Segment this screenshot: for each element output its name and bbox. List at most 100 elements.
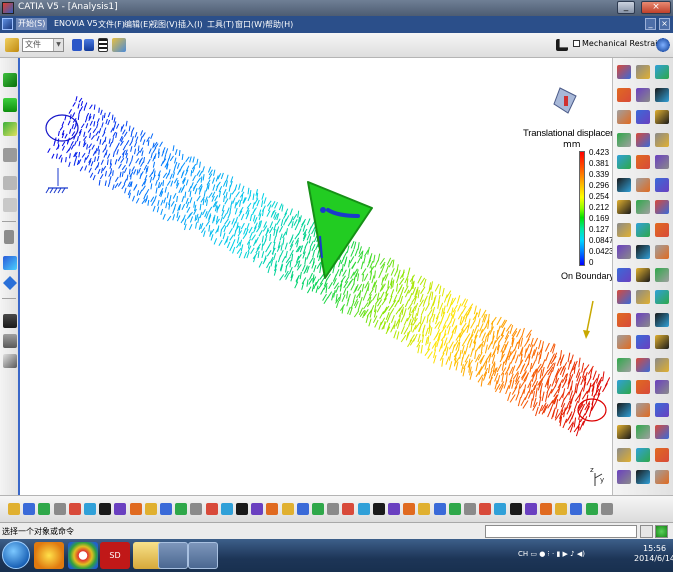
analysis-tool-icon[interactable] (655, 357, 669, 372)
view-tool-icon[interactable] (509, 503, 522, 515)
analysis-tool-icon[interactable] (655, 110, 669, 124)
layer-list-icon[interactable] (98, 38, 108, 52)
analysis-tool-icon[interactable] (636, 357, 650, 372)
analysis-tool-icon[interactable] (636, 402, 650, 417)
analysis-tool-icon[interactable] (617, 267, 631, 282)
analysis-tool-icon[interactable] (617, 200, 631, 214)
view-tool-icon[interactable] (129, 503, 142, 515)
view-tool-icon[interactable] (555, 503, 568, 515)
menu-help[interactable]: 帮助(H) (265, 19, 293, 30)
analysis-tool-icon[interactable] (617, 447, 631, 462)
menu-edit[interactable]: 编辑(E) (124, 19, 151, 30)
view-tool-icon[interactable] (53, 503, 66, 515)
analysis-tool-icon[interactable] (636, 267, 650, 282)
analysis-tool-icon[interactable] (636, 380, 650, 394)
view-tool-icon[interactable] (418, 503, 431, 515)
analysis-tool-icon[interactable] (655, 65, 669, 79)
analysis-tool-icon[interactable] (636, 132, 650, 147)
view-tool-icon[interactable] (84, 503, 96, 515)
analysis-tool-icon[interactable] (636, 335, 650, 349)
tray-icons[interactable]: CH ▭ ● ⁝ · ▮ ▶ ♪ ◀) (518, 550, 585, 558)
analysis-tool-icon[interactable] (617, 245, 631, 259)
mechanical-restraint-icon[interactable] (556, 39, 568, 51)
start-button[interactable] (2, 541, 30, 569)
filter-icon[interactable] (72, 39, 82, 51)
compute-icon[interactable] (3, 334, 17, 348)
view-tool-icon[interactable] (524, 503, 537, 515)
view-tool-icon[interactable] (540, 503, 552, 515)
view-tool-icon[interactable] (388, 503, 400, 515)
analysis-tool-icon[interactable] (655, 132, 669, 147)
analysis-tool-icon[interactable] (617, 132, 631, 147)
view-tool-icon[interactable] (8, 503, 20, 515)
view-tool-icon[interactable] (68, 503, 81, 515)
mesh-part-icon[interactable] (3, 73, 17, 87)
mdi-close-button[interactable]: × (659, 18, 670, 30)
view-tool-icon[interactable] (342, 503, 355, 515)
view-tool-icon[interactable] (327, 503, 340, 515)
analysis-tool-icon[interactable] (617, 87, 631, 102)
clamp-icon[interactable] (4, 230, 14, 244)
menu-file[interactable]: 文件(F) (98, 19, 125, 30)
analysis-tool-icon[interactable] (617, 380, 631, 394)
analysis-tool-icon[interactable] (617, 335, 631, 349)
analysis-tool-icon[interactable] (617, 470, 631, 484)
compass-small-icon[interactable] (655, 37, 671, 53)
view-tool-icon[interactable] (403, 503, 416, 515)
analysis-tool-icon[interactable] (655, 447, 669, 462)
analysis-tool-icon[interactable] (636, 200, 650, 214)
view-tool-icon[interactable] (99, 503, 112, 515)
analysis-tool-icon[interactable] (655, 245, 669, 259)
view-tool-icon[interactable] (312, 503, 324, 515)
menu-window[interactable]: 窗口(W) (235, 19, 265, 30)
analysis-tool-icon[interactable] (636, 87, 650, 102)
analysis-tool-icon[interactable] (636, 470, 650, 484)
minimize-button[interactable]: _ (617, 1, 635, 14)
status-button[interactable] (640, 525, 653, 538)
view-tool-icon[interactable] (433, 503, 446, 515)
menu-view[interactable]: 视图(V) (150, 19, 178, 30)
sensor-icon[interactable] (3, 176, 17, 190)
analysis-tool-icon[interactable] (636, 290, 650, 304)
analysis-tool-icon[interactable] (655, 267, 669, 282)
analysis-tool-icon[interactable] (617, 402, 631, 417)
analysis-tool-icon[interactable] (655, 222, 669, 237)
analysis-tool-icon[interactable] (636, 312, 650, 327)
analysis-tool-icon[interactable] (617, 290, 631, 304)
analysis-tool-icon[interactable] (655, 470, 669, 484)
analysis-tool-icon[interactable] (617, 110, 631, 124)
view-tool-icon[interactable] (570, 503, 583, 515)
analysis-tool-icon[interactable] (617, 65, 631, 79)
analysis-tool-icon[interactable] (655, 87, 669, 102)
analysis-tool-icon[interactable] (655, 177, 669, 192)
view-tool-icon[interactable] (205, 503, 218, 515)
view-tool-icon[interactable] (266, 503, 279, 515)
view-tool-icon[interactable] (114, 503, 127, 515)
menu-enovia[interactable]: ENOVIA V5 (54, 19, 98, 28)
tray-clock[interactable]: 15:56 2014/6/14 (634, 544, 673, 564)
analysis-tool-icon[interactable] (636, 245, 650, 259)
view-tool-icon[interactable] (23, 503, 36, 515)
view-tool-icon[interactable] (464, 503, 476, 515)
analysis-tool-icon[interactable] (655, 335, 669, 349)
view-tool-icon[interactable] (160, 503, 172, 515)
analysis-tool-icon[interactable] (636, 222, 650, 237)
view-tool-icon[interactable] (585, 503, 598, 515)
analysis-tool-icon[interactable] (636, 177, 650, 192)
view-tool-icon[interactable] (296, 503, 309, 515)
analysis-tool-icon[interactable] (617, 222, 631, 237)
local-mesh-icon[interactable] (3, 148, 17, 162)
analysis-tool-icon[interactable] (617, 357, 631, 372)
analysis-tool-icon[interactable] (636, 155, 650, 169)
menu-tools[interactable]: 工具(T) (207, 19, 234, 30)
adaptivity-icon[interactable] (3, 198, 17, 212)
input-language[interactable]: CH (518, 550, 528, 558)
mdi-minimize-button[interactable]: _ (645, 18, 656, 30)
view-tool-icon[interactable] (281, 503, 294, 515)
view-tool-icon[interactable] (144, 503, 157, 515)
analysis-tool-icon[interactable] (636, 425, 650, 439)
view-tool-icon[interactable] (38, 503, 51, 515)
menu-start[interactable]: 开始(S) (16, 18, 48, 30)
mechanical-restraint-checkbox[interactable] (573, 40, 580, 47)
analysis-tool-icon[interactable] (617, 155, 631, 169)
